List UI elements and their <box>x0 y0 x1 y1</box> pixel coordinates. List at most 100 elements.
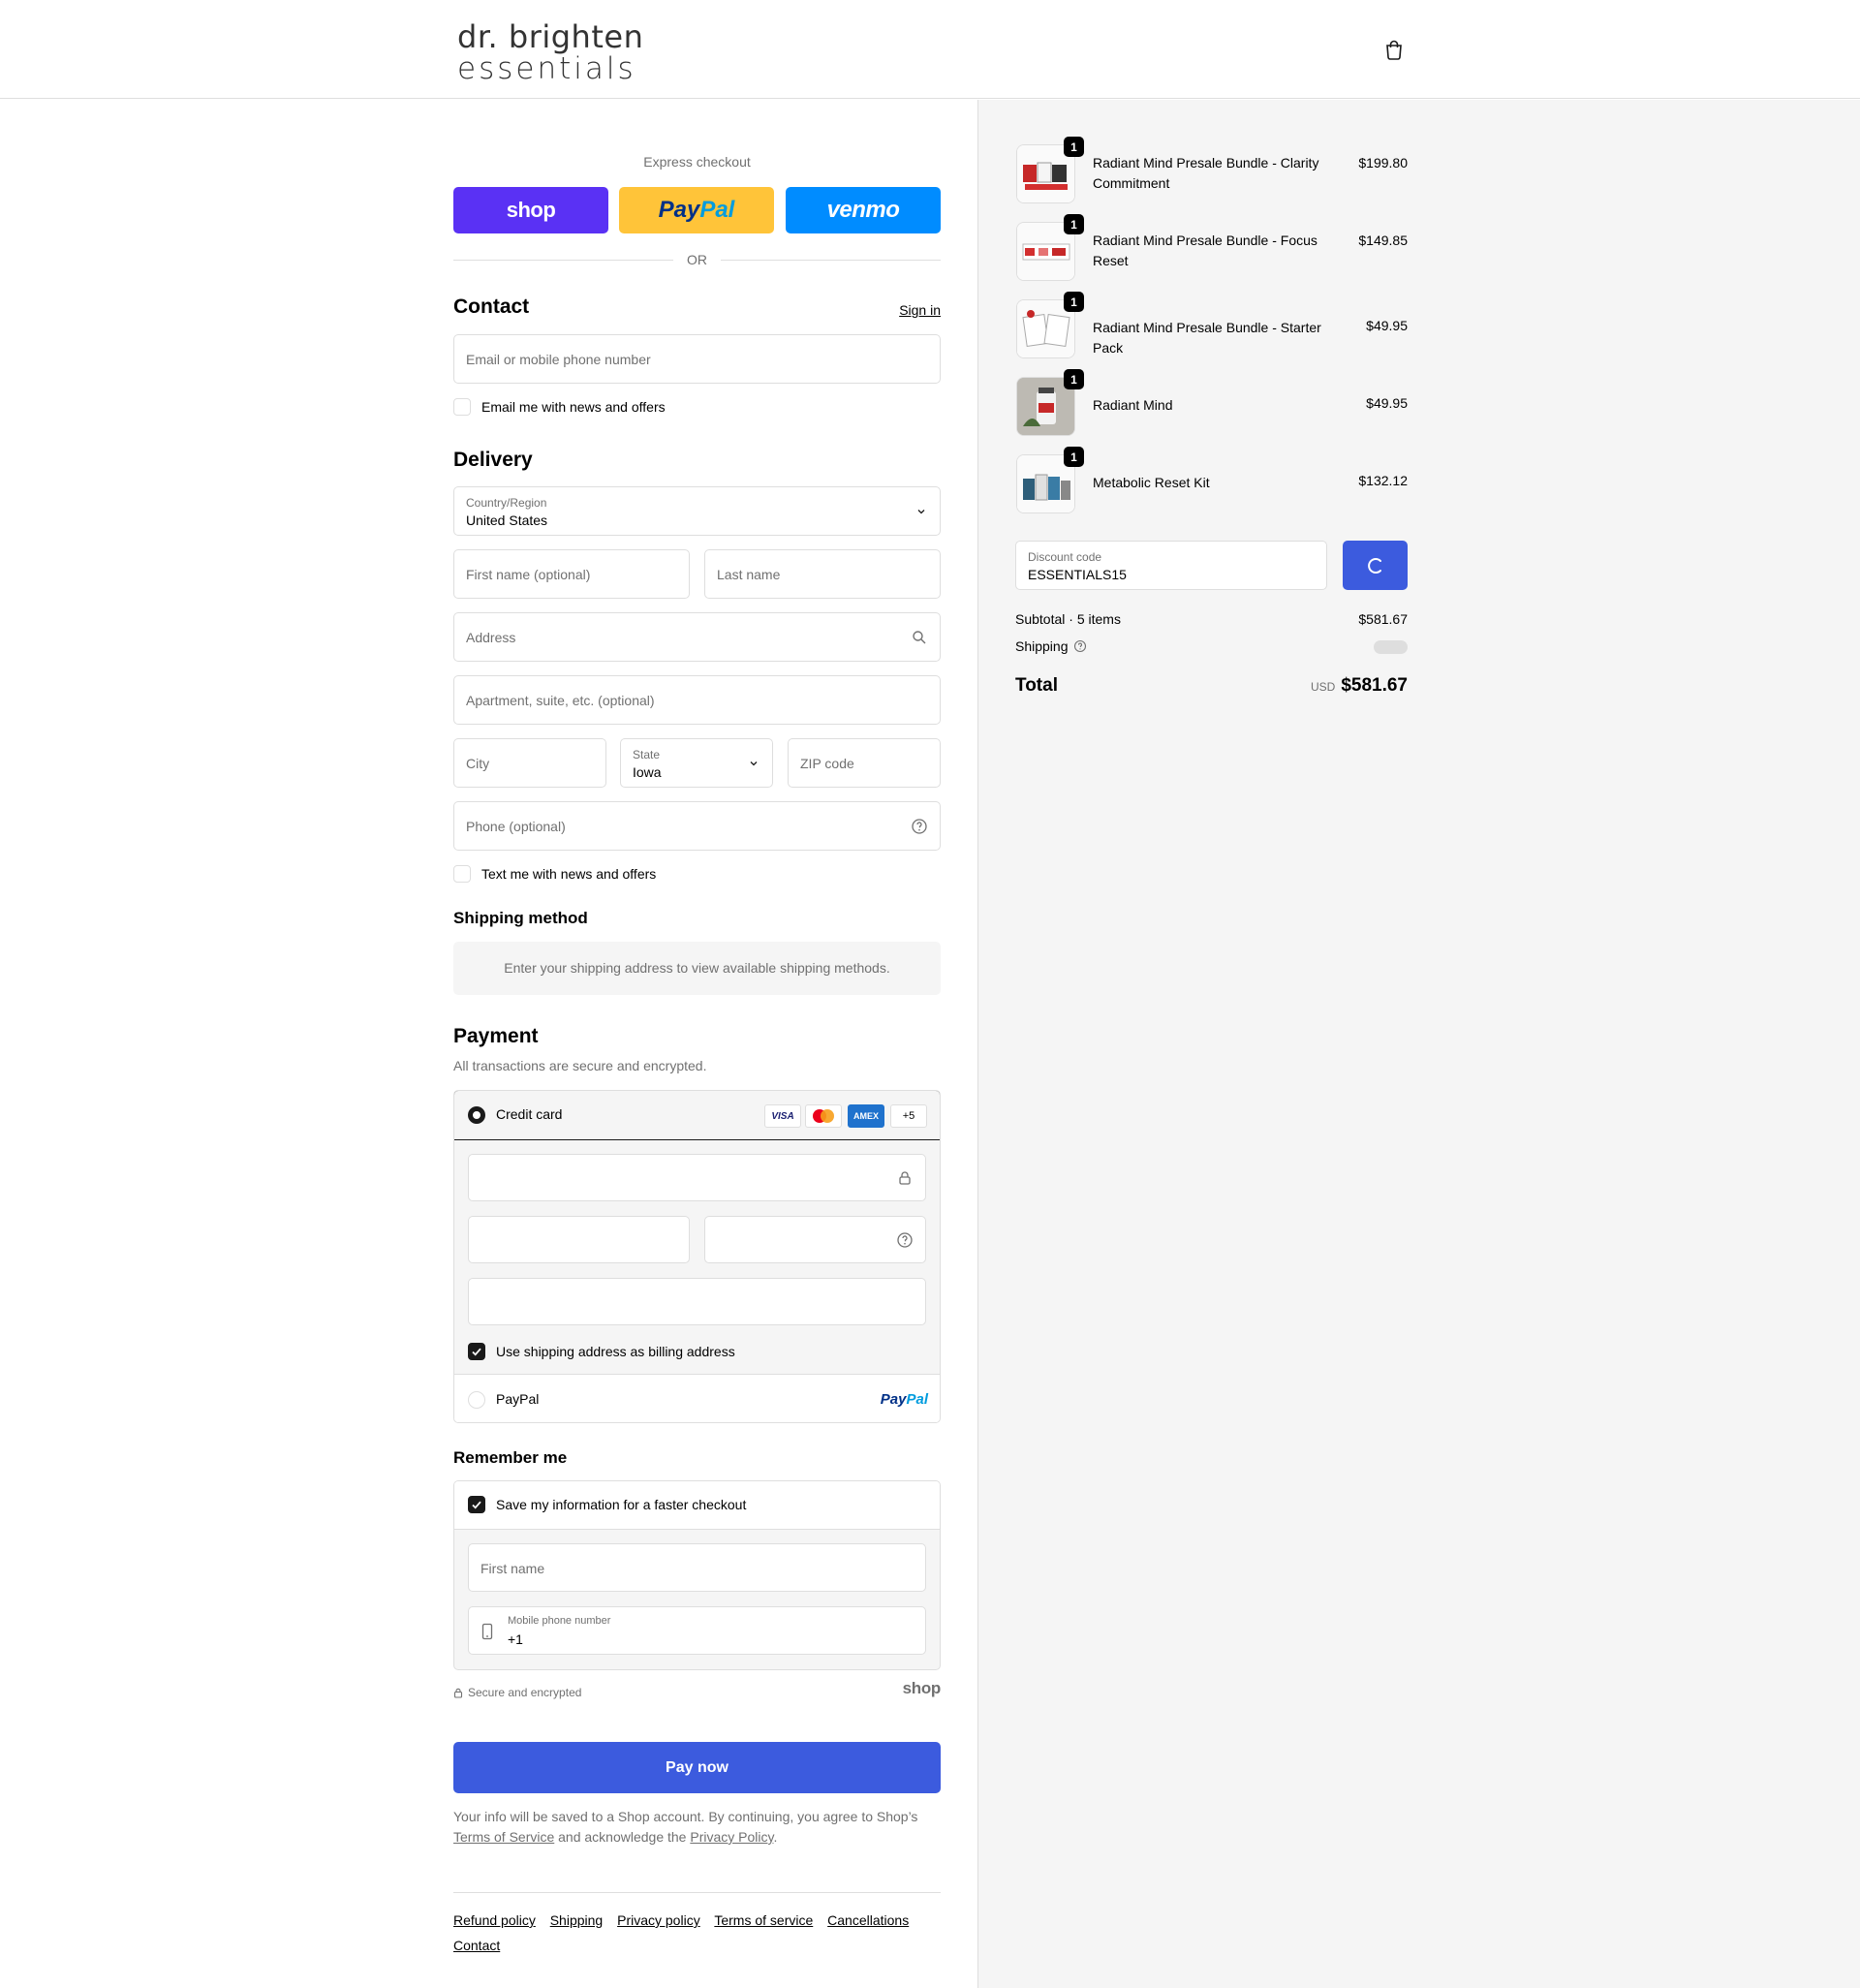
state-select[interactable]: State Iowa <box>620 738 773 788</box>
lock-icon <box>453 1688 463 1698</box>
secure-encrypted-note: Secure and encrypted <box>453 1686 581 1699</box>
privacy-policy-link[interactable]: Privacy Policy <box>690 1829 773 1845</box>
chevron-down-icon <box>750 761 758 766</box>
shipping-policy-link[interactable]: Shipping <box>550 1912 604 1928</box>
billing-address-label: Use shipping address as billing address <box>496 1344 735 1359</box>
express-checkout-title: Express checkout <box>643 154 751 170</box>
shop-first-name-field[interactable]: First name <box>468 1543 926 1592</box>
save-info-row[interactable]: Save my information for a faster checkou… <box>454 1481 940 1530</box>
cancellations-link[interactable]: Cancellations <box>827 1912 909 1928</box>
credit-card-option[interactable]: Credit card VISA AMEX +5 <box>454 1091 940 1140</box>
logo-line-1: dr. brighten <box>457 18 644 55</box>
address-placeholder: Address <box>466 630 516 645</box>
mobile-phone-icon <box>481 1623 493 1640</box>
contact-heading: Contact <box>453 295 530 318</box>
save-info-label: Save my information for a faster checkou… <box>496 1497 747 1512</box>
sign-in-link[interactable]: Sign in <box>899 302 941 318</box>
shop-pay-button[interactable]: shop <box>453 187 608 233</box>
first-name-placeholder: First name (optional) <box>466 567 591 582</box>
or-divider: OR <box>453 250 941 269</box>
expiration-date-field[interactable] <box>468 1216 690 1263</box>
line-item: 1 Radiant Mind $49.95 <box>1015 369 1408 436</box>
venmo-button[interactable]: venmo <box>786 187 941 233</box>
save-info-checkbox-row[interactable]: Save my information for a faster checkou… <box>468 1496 746 1513</box>
or-text: OR <box>687 252 707 267</box>
footer-links: Refund policy Shipping Privacy policy Te… <box>453 1908 941 1958</box>
total-currency: USD <box>1310 680 1336 694</box>
email-news-label: Email me with news and offers <box>481 399 666 415</box>
apply-discount-button[interactable] <box>1343 541 1408 590</box>
shipping-loading-placeholder <box>1374 640 1408 654</box>
legal-text-3: . <box>773 1829 778 1845</box>
privacy-policy-footer-link[interactable]: Privacy policy <box>617 1912 700 1928</box>
remember-me-box: Save my information for a faster checkou… <box>453 1480 941 1670</box>
shipping-method-heading: Shipping method <box>453 909 588 927</box>
email-news-checkbox-row[interactable]: Email me with news and offers <box>453 398 666 416</box>
address-field[interactable]: Address <box>453 612 941 662</box>
legal-text-2: and acknowledge the <box>558 1829 687 1845</box>
email-field[interactable]: Email or mobile phone number <box>453 334 941 384</box>
text-news-checkbox[interactable] <box>453 865 471 883</box>
shopping-bag-icon[interactable] <box>1383 39 1405 60</box>
mobile-phone-field[interactable]: Mobile phone number +1 <box>468 1606 926 1655</box>
first-name-field[interactable]: First name (optional) <box>453 549 690 599</box>
save-info-checkbox[interactable] <box>468 1496 485 1513</box>
logo-line-2: essentials <box>457 51 636 86</box>
zip-field[interactable]: ZIP code <box>788 738 941 788</box>
last-name-field[interactable]: Last name <box>704 549 941 599</box>
paypal-option[interactable]: PayPal PayPal <box>454 1374 940 1422</box>
secure-encrypted-label: Secure and encrypted <box>468 1686 582 1699</box>
name-on-card-field[interactable] <box>468 1278 926 1325</box>
billing-address-checkbox-row[interactable]: Use shipping address as billing address <box>468 1343 735 1360</box>
item-price: $132.12 <box>1358 473 1408 488</box>
state-value: Iowa <box>633 764 662 780</box>
item-price: $49.95 <box>1366 395 1408 411</box>
help-icon[interactable] <box>1073 639 1087 653</box>
discount-code-field[interactable]: Discount code ESSENTIALS15 <box>1015 541 1327 590</box>
city-placeholder: City <box>466 756 490 771</box>
quantity-badge: 1 <box>1064 447 1084 467</box>
total-value: $581.67 <box>1341 675 1408 696</box>
paypal-logo-pay: Pay <box>880 1391 907 1408</box>
terms-of-service-footer-link[interactable]: Terms of service <box>714 1912 813 1928</box>
card-number-field[interactable] <box>468 1154 926 1201</box>
shipping-label: Shipping <box>1015 638 1069 654</box>
text-news-checkbox-row[interactable]: Text me with news and offers <box>453 865 656 883</box>
paypal-radio[interactable] <box>468 1391 485 1409</box>
line-item: 1 Metabolic Reset Kit $132.12 <box>1015 447 1408 513</box>
country-select[interactable]: Country/Region United States <box>453 486 941 536</box>
security-code-field[interactable] <box>704 1216 926 1263</box>
refund-policy-link[interactable]: Refund policy <box>453 1912 536 1928</box>
city-field[interactable]: City <box>453 738 606 788</box>
store-logo[interactable]: dr. brighten essentials <box>457 21 643 84</box>
chevron-down-icon <box>917 510 925 514</box>
payment-methods: Credit card VISA AMEX +5 Use shipping ad… <box>453 1090 941 1423</box>
contact-link[interactable]: Contact <box>453 1938 500 1953</box>
line-item: 1 Radiant Mind Presale Bundle - Focus Re… <box>1015 214 1408 281</box>
quantity-badge: 1 <box>1064 137 1084 157</box>
zip-placeholder: ZIP code <box>800 756 854 771</box>
billing-address-checkbox[interactable] <box>468 1343 485 1360</box>
mobile-phone-value: +1 <box>508 1631 523 1647</box>
discount-code-row: Discount code ESSENTIALS15 <box>1015 541 1408 590</box>
legal-text-1: Your info will be saved to a Shop accoun… <box>453 1809 918 1824</box>
paypal-logo-pay: Pay <box>658 197 700 223</box>
pay-now-button[interactable]: Pay now <box>453 1742 941 1793</box>
credit-card-radio[interactable] <box>468 1106 485 1124</box>
item-name: Radiant Mind Presale Bundle - Starter Pa… <box>1093 320 1321 356</box>
email-news-checkbox[interactable] <box>453 398 471 416</box>
state-label: State <box>633 748 661 761</box>
terms-of-service-link[interactable]: Terms of Service <box>453 1829 554 1845</box>
phone-field[interactable]: Phone (optional) <box>453 801 941 851</box>
apartment-placeholder: Apartment, suite, etc. (optional) <box>466 693 655 708</box>
paypal-button[interactable]: Pay Pal <box>619 187 774 233</box>
paypal-logo-pal: Pal <box>906 1391 928 1408</box>
text-news-label: Text me with news and offers <box>481 866 657 882</box>
help-icon[interactable] <box>911 818 928 835</box>
country-value: United States <box>466 513 548 528</box>
discount-code-value: ESSENTIALS15 <box>1028 567 1127 582</box>
total-row: Total USD $581.67 <box>1015 675 1408 700</box>
subtotal-value: $581.67 <box>1358 611 1408 627</box>
help-icon[interactable] <box>896 1231 914 1249</box>
apartment-field[interactable]: Apartment, suite, etc. (optional) <box>453 675 941 725</box>
